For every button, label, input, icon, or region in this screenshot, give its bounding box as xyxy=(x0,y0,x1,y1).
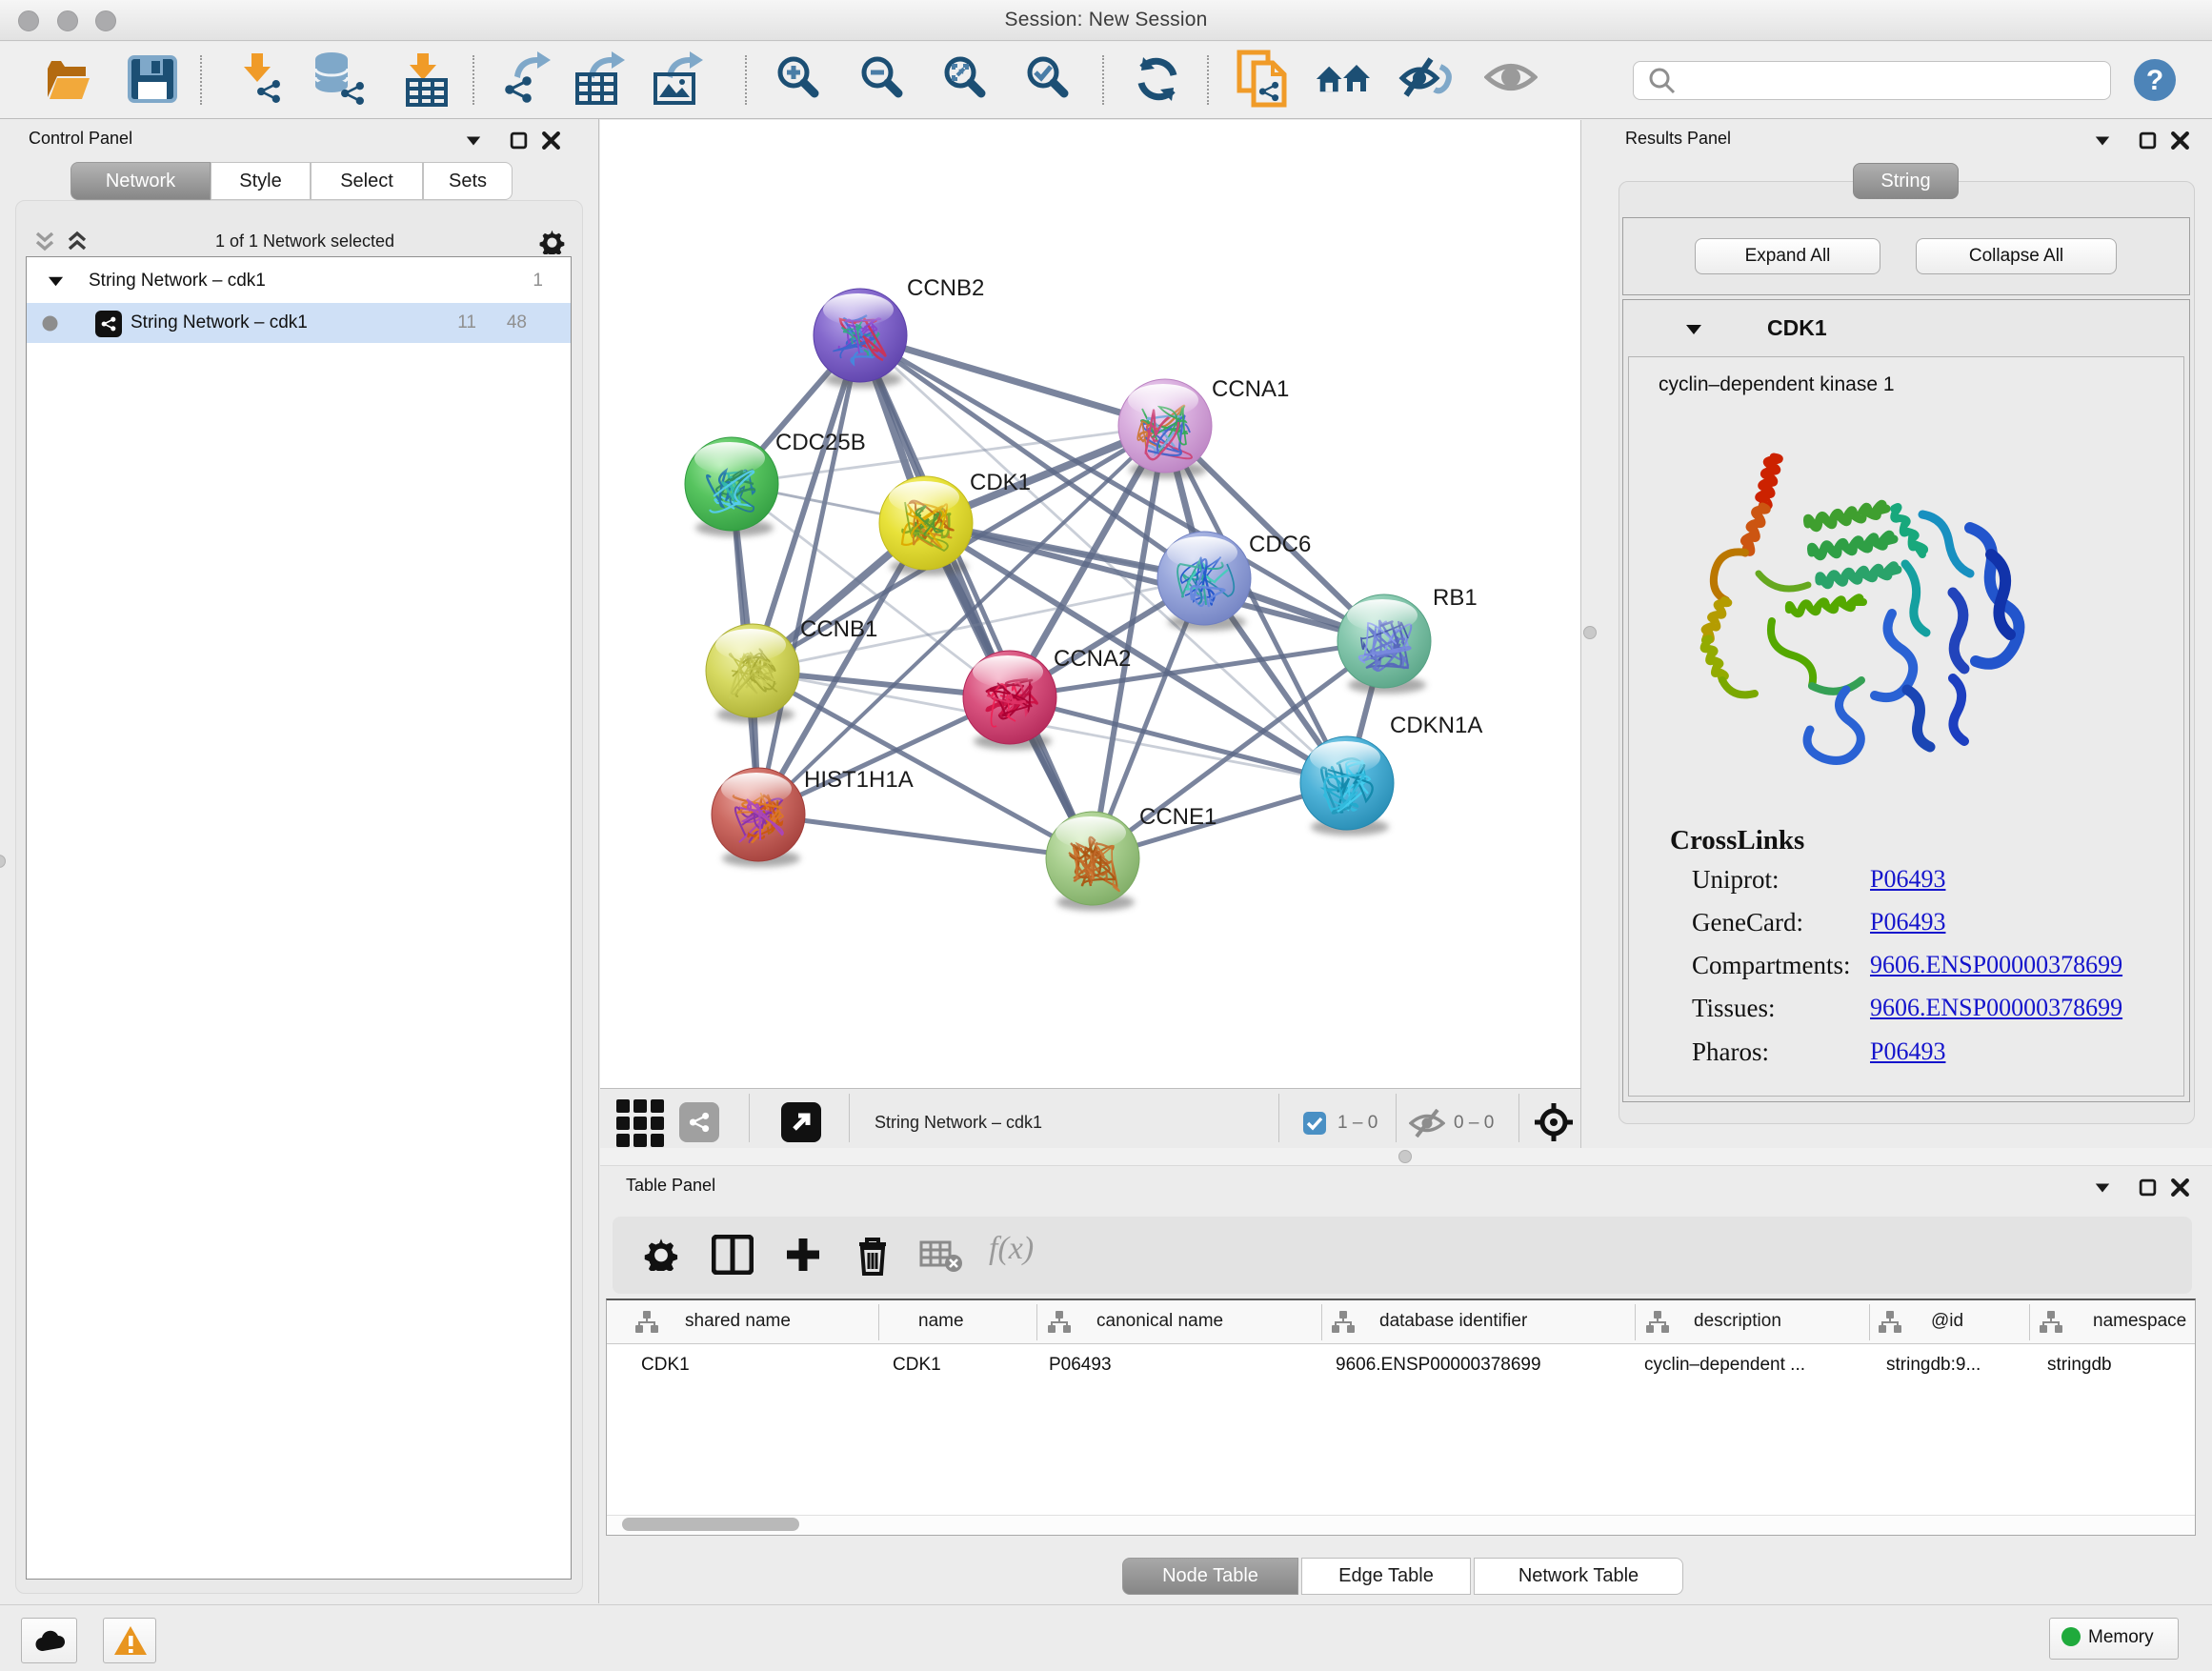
svg-text:CDC6: CDC6 xyxy=(1249,532,1311,557)
svg-text:RB1: RB1 xyxy=(1433,585,1478,611)
svg-text:CCNB1: CCNB1 xyxy=(800,616,877,642)
svg-text:CCNB2: CCNB2 xyxy=(907,275,984,301)
svg-text:CCNE1: CCNE1 xyxy=(1139,804,1217,830)
svg-text:CDKN1A: CDKN1A xyxy=(1390,713,1482,738)
svg-text:CDC25B: CDC25B xyxy=(775,430,866,455)
svg-text:CDK1: CDK1 xyxy=(970,470,1031,495)
svg-text:HIST1H1A: HIST1H1A xyxy=(804,767,914,793)
svg-text:CCNA1: CCNA1 xyxy=(1212,376,1289,402)
svg-text:CCNA2: CCNA2 xyxy=(1054,646,1131,672)
svg-text:?: ? xyxy=(2146,65,2163,96)
